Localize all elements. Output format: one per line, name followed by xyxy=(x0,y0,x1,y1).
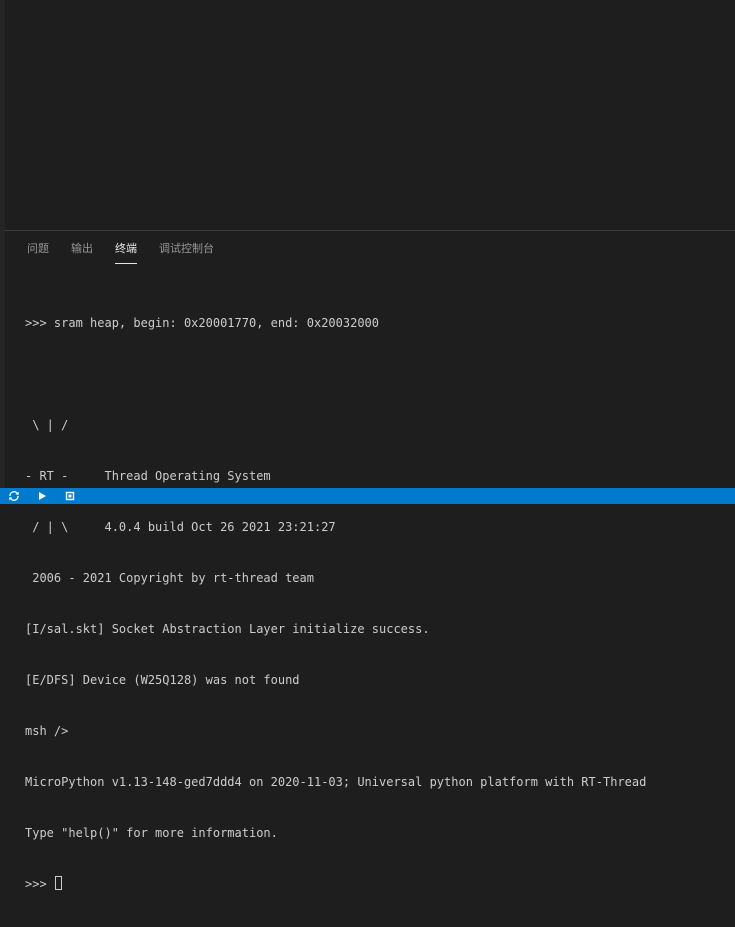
tab-problems[interactable]: 问题 xyxy=(27,241,49,263)
terminal-line: msh /> xyxy=(25,724,69,738)
run-button[interactable] xyxy=(34,488,50,504)
terminal-output[interactable]: >>> sram heap, begin: 0x20001770, end: 0… xyxy=(25,281,725,927)
stop-button[interactable] xyxy=(62,488,78,504)
terminal-prompt: >>> xyxy=(25,877,54,891)
terminal-line: \ | / xyxy=(25,418,69,432)
terminal-line: / | \ 4.0.4 build Oct 26 2021 23:21:27 xyxy=(25,520,336,534)
terminal-line: 2006 - 2021 Copyright by rt-thread team xyxy=(25,571,314,585)
sync-button[interactable] xyxy=(6,488,22,504)
run-icon xyxy=(39,492,46,500)
status-bar xyxy=(0,488,735,504)
tab-output[interactable]: 输出 xyxy=(71,241,93,263)
sync-icon xyxy=(9,491,19,501)
terminal-line: - RT - Thread Operating System xyxy=(25,469,271,483)
terminal-line: [I/sal.skt] Socket Abstraction Layer ini… xyxy=(25,622,430,636)
bottom-panel: 问题 输出 终端 调试控制台 >>> sram heap, begin: 0x2… xyxy=(5,230,735,891)
editor-area xyxy=(0,0,735,230)
terminal-prompt-line: >>> xyxy=(25,876,725,893)
terminal-line: MicroPython v1.13-148-ged7ddd4 on 2020-1… xyxy=(25,775,647,789)
terminal-line: >>> sram heap, begin: 0x20001770, end: 0… xyxy=(25,316,380,330)
stop-icon xyxy=(65,491,75,501)
terminal-cursor[interactable] xyxy=(54,876,62,890)
terminal-line: Type "help()" for more information. xyxy=(25,826,278,840)
tab-terminal[interactable]: 终端 xyxy=(115,241,137,264)
tab-debug-console[interactable]: 调试控制台 xyxy=(159,241,214,263)
panel-tabs: 问题 输出 终端 调试控制台 xyxy=(27,241,236,267)
terminal-line: [E/DFS] Device (W25Q128) was not found xyxy=(25,673,300,687)
